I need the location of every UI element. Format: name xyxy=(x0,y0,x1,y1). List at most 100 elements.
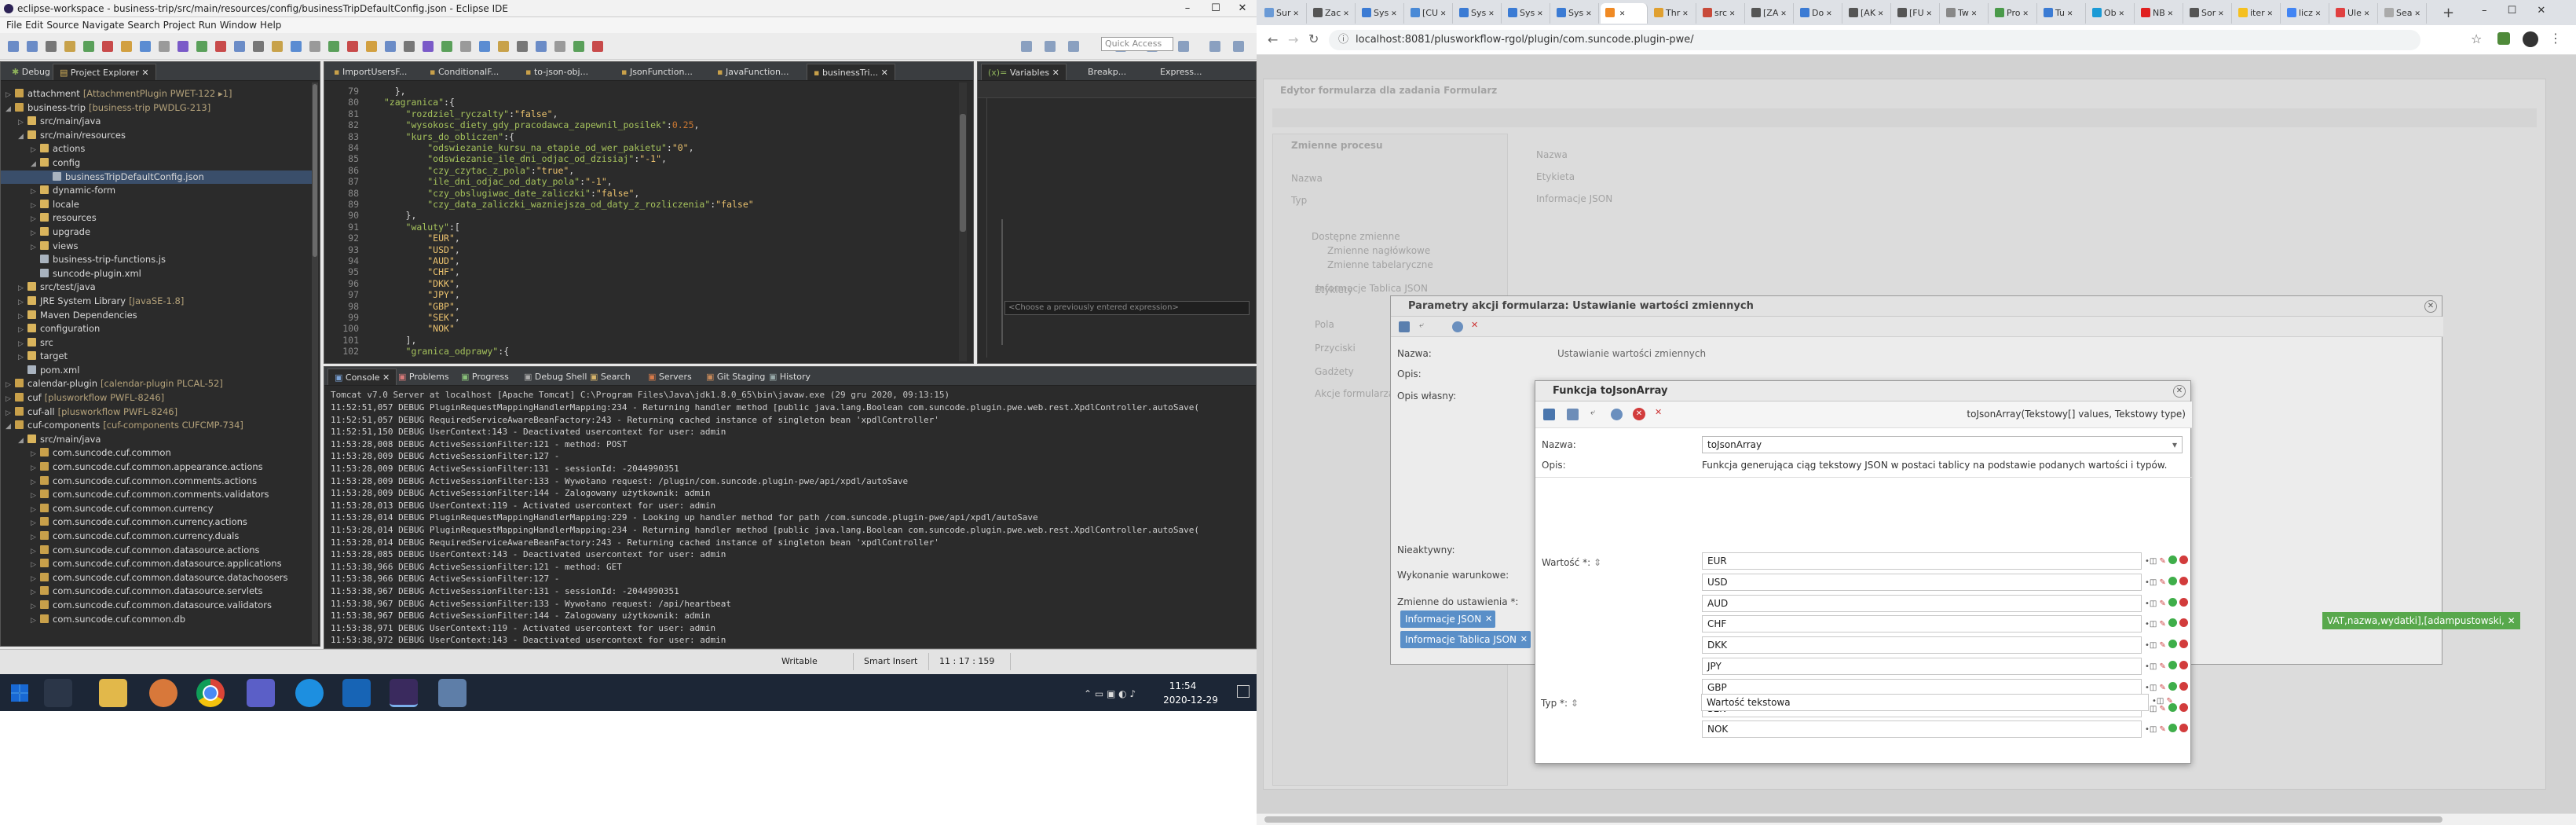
toolbar-button-icon[interactable] xyxy=(385,41,396,52)
tree-item[interactable]: ▷ com.suncode.cuf.common.comments.actions xyxy=(1,475,315,489)
toolbar-button-icon[interactable] xyxy=(272,41,283,52)
delete-icon[interactable]: ✕ xyxy=(1633,408,1645,420)
tree-item[interactable]: ▷ configuration xyxy=(1,322,315,336)
browser-tab[interactable]: Sys ✕ xyxy=(1357,3,1404,24)
value-input[interactable]: USD xyxy=(1702,573,2142,591)
function-name-select[interactable]: toJsonArray ▾ xyxy=(1702,436,2183,453)
menu-kebab-icon[interactable]: ⋮ xyxy=(2549,31,2562,46)
close-tab-icon[interactable]: ✕ xyxy=(878,68,888,78)
tree-item[interactable]: ▷ com.suncode.cuf.common.currency.duals xyxy=(1,530,315,544)
toolbar-button-icon[interactable] xyxy=(121,41,132,52)
typ-row-icons[interactable]: •◫ ✎ xyxy=(2152,697,2173,706)
profile-avatar[interactable] xyxy=(2523,31,2538,47)
console-tab[interactable]: ▣ Git Staging xyxy=(700,368,771,385)
tree-item[interactable]: ▷ com.suncode.cuf.common.currency.actions xyxy=(1,515,315,530)
browser-tab[interactable]: Sys ✕ xyxy=(1503,3,1550,24)
toolbar-button-icon[interactable] xyxy=(460,41,471,52)
menu-file[interactable]: File xyxy=(6,20,22,31)
tree-item[interactable]: ▷ actions xyxy=(1,142,315,156)
remove-icon[interactable] xyxy=(2179,724,2189,733)
dialog-close-icon[interactable]: ✕ xyxy=(2173,385,2186,398)
close-tab-icon[interactable]: ✕ xyxy=(1924,10,1933,18)
variable-picker-icon[interactable]: •◫ xyxy=(2145,684,2157,692)
edit-icon[interactable]: ✎ xyxy=(2160,600,2166,608)
tab-expressions[interactable]: Express... xyxy=(1154,64,1208,80)
close-tab-icon[interactable]: ✕ xyxy=(2065,10,2073,18)
toolbar-button-icon[interactable] xyxy=(83,41,94,52)
horizontal-scrollbar[interactable] xyxy=(1257,813,2576,825)
tree-item[interactable]: ◢ src/main/resources xyxy=(1,129,315,143)
tag-remove-icon[interactable]: ✕ xyxy=(1485,610,1492,628)
variable-picker-icon[interactable]: •◫ xyxy=(2145,620,2157,629)
extension-icon[interactable] xyxy=(2497,32,2510,45)
url-input[interactable]: ⓘ localhost:8081/plusworkflow-rgol/plugi… xyxy=(1329,30,2420,50)
menu-navigate[interactable]: Navigate xyxy=(82,20,125,31)
close-tab-icon[interactable]: ✕ xyxy=(1824,10,1832,18)
console-tab[interactable]: ▣ Problems xyxy=(392,368,456,385)
toolbar-button-icon[interactable] xyxy=(347,41,358,52)
close-tab-icon[interactable]: ✕ xyxy=(1583,10,1592,18)
browser-tab[interactable]: iter ✕ xyxy=(2234,3,2281,24)
tree-item[interactable]: ◢ business-trip [business-trip PWDLG-213] xyxy=(1,101,315,116)
browser-tab[interactable]: [FU ✕ xyxy=(1893,3,1940,24)
remove-icon[interactable] xyxy=(2179,702,2189,712)
edit-icon[interactable]: ✎ xyxy=(2160,662,2166,671)
add-icon[interactable] xyxy=(2168,661,2178,669)
tree-item[interactable]: ◢ src/main/java xyxy=(1,433,315,447)
menu-source[interactable]: Source xyxy=(46,20,79,31)
remove-icon[interactable] xyxy=(2179,681,2189,691)
toolbar-button-icon[interactable] xyxy=(423,41,434,52)
value-input[interactable]: EUR xyxy=(1702,552,2142,570)
browser-tab[interactable]: Sys ✕ xyxy=(1552,3,1599,24)
toolbar-button-icon[interactable] xyxy=(64,41,75,52)
expression-input[interactable]: <Choose a previously entered expression> xyxy=(1004,301,1250,315)
browser-tab[interactable]: Sor ✕ xyxy=(2185,3,2232,24)
browser-tab[interactable]: Thr ✕ xyxy=(1649,3,1696,24)
forward-icon[interactable]: → xyxy=(1288,32,1298,47)
tree-item[interactable]: pom.xml xyxy=(1,364,315,378)
edit-icon[interactable]: ✎ xyxy=(2160,684,2166,692)
browser-tab[interactable]: ✕ xyxy=(1601,3,1648,24)
menu-run[interactable]: Run xyxy=(199,20,217,31)
menu-help[interactable]: Help xyxy=(260,20,281,31)
search-icon[interactable] xyxy=(44,679,72,707)
toolbar-button-icon[interactable] xyxy=(27,41,38,52)
browser-tab[interactable]: Tw ✕ xyxy=(1941,3,1989,24)
tree-item[interactable]: ▷ com.suncode.cuf.common.appearance.actio… xyxy=(1,460,315,475)
editor-tab[interactable]: ▪ businessTri... ✕ xyxy=(807,64,895,80)
tree-item[interactable]: ▷ com.suncode.cuf.common.db xyxy=(1,613,315,627)
tab-debug[interactable]: ✱ Debug xyxy=(5,64,57,80)
browser-tab[interactable]: Sys ✕ xyxy=(1454,3,1502,24)
tab-variables[interactable]: (x)= Variables ✕ xyxy=(981,64,1067,80)
close-tab-icon[interactable]: ✕ xyxy=(2265,10,2274,18)
tree-item[interactable]: ▷ com.suncode.cuf.common.datasource.appli… xyxy=(1,557,315,571)
media-player-icon[interactable] xyxy=(149,679,177,707)
browser-tab[interactable]: [ZA ✕ xyxy=(1747,3,1794,24)
help-icon[interactable] xyxy=(1611,409,1623,420)
toolbar-button-icon[interactable] xyxy=(366,41,377,52)
explorer-scrollbar[interactable] xyxy=(312,82,318,644)
quick-access-input[interactable]: Quick Access xyxy=(1101,37,1173,51)
toolbar-button-icon[interactable] xyxy=(536,41,547,52)
tree-item[interactable]: ▷ resources xyxy=(1,211,315,226)
perspective-icon[interactable] xyxy=(1045,41,1056,52)
tree-item[interactable]: ▷ cuf-all [plusworkflow PWFL-8246] xyxy=(1,405,315,420)
app-icon[interactable] xyxy=(438,679,467,707)
windows-start-icon[interactable] xyxy=(11,684,28,702)
skype-icon[interactable] xyxy=(295,679,324,707)
tree-item[interactable]: ▷ calendar-plugin [calendar-plugin PLCAL-5… xyxy=(1,377,315,391)
value-row-actions[interactable]: •◫ ✎ xyxy=(2145,724,2189,734)
edit-icon[interactable]: ✎ xyxy=(2160,557,2166,566)
undo-icon[interactable]: ⤶ xyxy=(1590,407,1595,418)
editor-tab[interactable]: ▪ to-json-obj... xyxy=(519,64,595,80)
browser-tab[interactable]: Sea ✕ xyxy=(2380,3,2427,24)
close-tab-icon[interactable]: ✕ xyxy=(1486,10,1495,18)
remove-icon[interactable] xyxy=(2179,661,2189,669)
browser-tab[interactable]: Pro ✕ xyxy=(1990,3,2037,24)
browser-tab[interactable]: NB ✕ xyxy=(2136,3,2183,24)
toolbar-button-icon[interactable] xyxy=(328,41,339,52)
console-tab[interactable]: ▣ Search xyxy=(584,368,637,385)
expand-right-icon[interactable]: ▷ xyxy=(31,614,40,629)
windows-explorer-icon[interactable] xyxy=(99,679,127,707)
tree-item[interactable]: ▷ cuf [plusworkflow PWFL-8246] xyxy=(1,391,315,405)
